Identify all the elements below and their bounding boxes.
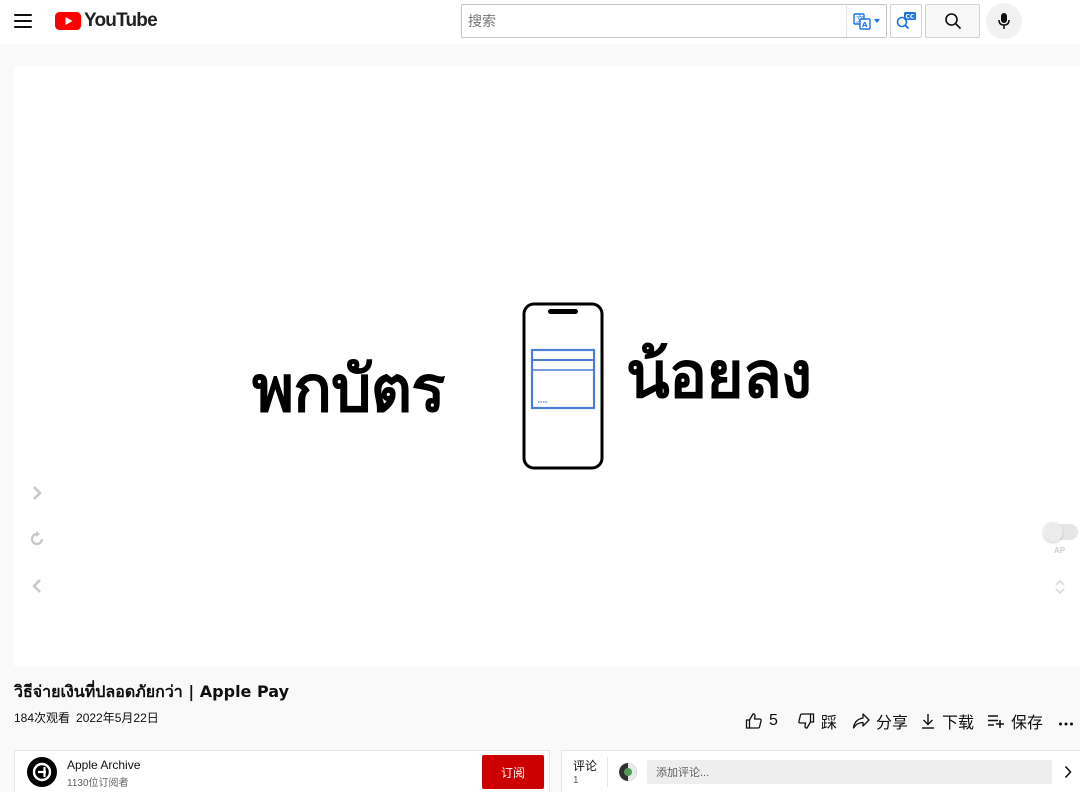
search-cc-icon: CC xyxy=(896,12,916,30)
download-icon xyxy=(922,714,934,729)
thumbs-down-icon xyxy=(798,713,815,729)
app-root: YouTube 文 A CC xyxy=(0,0,1080,792)
svg-text:CC: CC xyxy=(906,14,915,21)
search-input[interactable] xyxy=(462,5,846,37)
chevron-left-icon xyxy=(32,579,41,593)
download-button[interactable]: 下载 xyxy=(920,710,974,732)
subscribe-button[interactable]: 订阅 xyxy=(482,755,544,789)
menu-line xyxy=(14,26,32,28)
overlay-text-left: พกบัตร xyxy=(252,353,445,427)
add-comment-input[interactable]: 添加评论... xyxy=(647,760,1052,784)
more-horizontal-icon xyxy=(1059,722,1073,726)
share-icon xyxy=(852,713,870,729)
replay-icon xyxy=(30,531,44,546)
dislike-label: 踩 xyxy=(821,715,838,732)
view-count: 184次观看 xyxy=(14,711,71,725)
comments-divider xyxy=(607,757,608,787)
youtube-play-icon xyxy=(55,12,81,30)
autoplay-label: AP xyxy=(1054,546,1066,555)
video-frame: พกบัตร น้อยลง AP xyxy=(14,66,1080,666)
masthead: YouTube 文 A CC xyxy=(0,0,1080,44)
subtitle-search-button[interactable]: CC xyxy=(890,4,922,38)
autoplay-toggle[interactable] xyxy=(1043,522,1078,542)
subscriber-count: 1130位订阅者 xyxy=(67,778,129,789)
channel-avatar[interactable] xyxy=(27,757,57,787)
video-title: วิธีจ่ายเงินที่ปลอดภัยกว่า | Apple Pay xyxy=(14,682,289,701)
search-button[interactable] xyxy=(925,4,980,38)
comments-card[interactable]: 评论 1 添加评论... xyxy=(561,750,1080,792)
translate-icon: 文 A xyxy=(853,13,871,30)
caret-down-icon xyxy=(874,19,880,23)
toggle-knob xyxy=(1043,522,1063,542)
chevron-right-icon xyxy=(1064,765,1072,779)
playlist-add-icon xyxy=(988,715,1004,728)
svg-text:A: A xyxy=(862,21,868,29)
search-box: 文 A xyxy=(461,4,887,38)
chevron-right-icon xyxy=(33,486,42,500)
menu-line xyxy=(14,20,32,22)
channel-card: Apple Archive 1130位订阅者 订阅 xyxy=(14,750,550,792)
chevron-up-down-icon xyxy=(1055,579,1065,595)
thumbs-up-icon xyxy=(745,713,762,729)
voice-search-button[interactable] xyxy=(986,3,1022,39)
save-button[interactable]: 保存 xyxy=(987,710,1043,732)
like-count: 5 xyxy=(769,712,778,729)
guide-menu-button[interactable] xyxy=(14,10,36,32)
channel-logo-icon xyxy=(32,762,52,782)
youtube-logo[interactable]: YouTube xyxy=(55,10,158,32)
channel-name[interactable]: Apple Archive xyxy=(67,758,140,772)
previous-arrow-control[interactable] xyxy=(26,575,48,597)
expand-toggle-control[interactable] xyxy=(1049,576,1071,598)
publish-date: 2022年5月22日 xyxy=(76,711,159,725)
logo-text: YouTube xyxy=(84,10,158,31)
overlay-text-right: น้อยลง xyxy=(626,339,812,413)
share-label: 分享 xyxy=(876,715,909,732)
phone-illustration xyxy=(522,302,604,470)
comments-label: 评论 xyxy=(573,759,598,773)
replay-control[interactable] xyxy=(26,528,48,550)
more-actions-button[interactable] xyxy=(1058,710,1074,732)
commenter-avatar-icon xyxy=(619,763,637,781)
input-language-button[interactable]: 文 A xyxy=(846,5,886,37)
menu-line xyxy=(14,14,32,16)
microphone-icon xyxy=(998,13,1010,29)
video-meta: 184次观看 2022年5月22日 xyxy=(14,709,165,726)
save-label: 保存 xyxy=(1011,715,1044,732)
search-icon xyxy=(944,13,961,30)
comments-count: 1 xyxy=(573,775,579,786)
video-player[interactable]: พกบัตร น้อยลง AP xyxy=(14,66,1080,666)
dislike-button[interactable]: 踩 xyxy=(797,710,837,732)
next-arrow-control[interactable] xyxy=(26,482,48,504)
commenter-avatar xyxy=(619,763,637,781)
like-button[interactable]: 5 xyxy=(745,710,778,732)
download-label: 下载 xyxy=(942,715,975,732)
share-button[interactable]: 分享 xyxy=(852,710,908,732)
open-comments-button[interactable] xyxy=(1060,763,1076,781)
